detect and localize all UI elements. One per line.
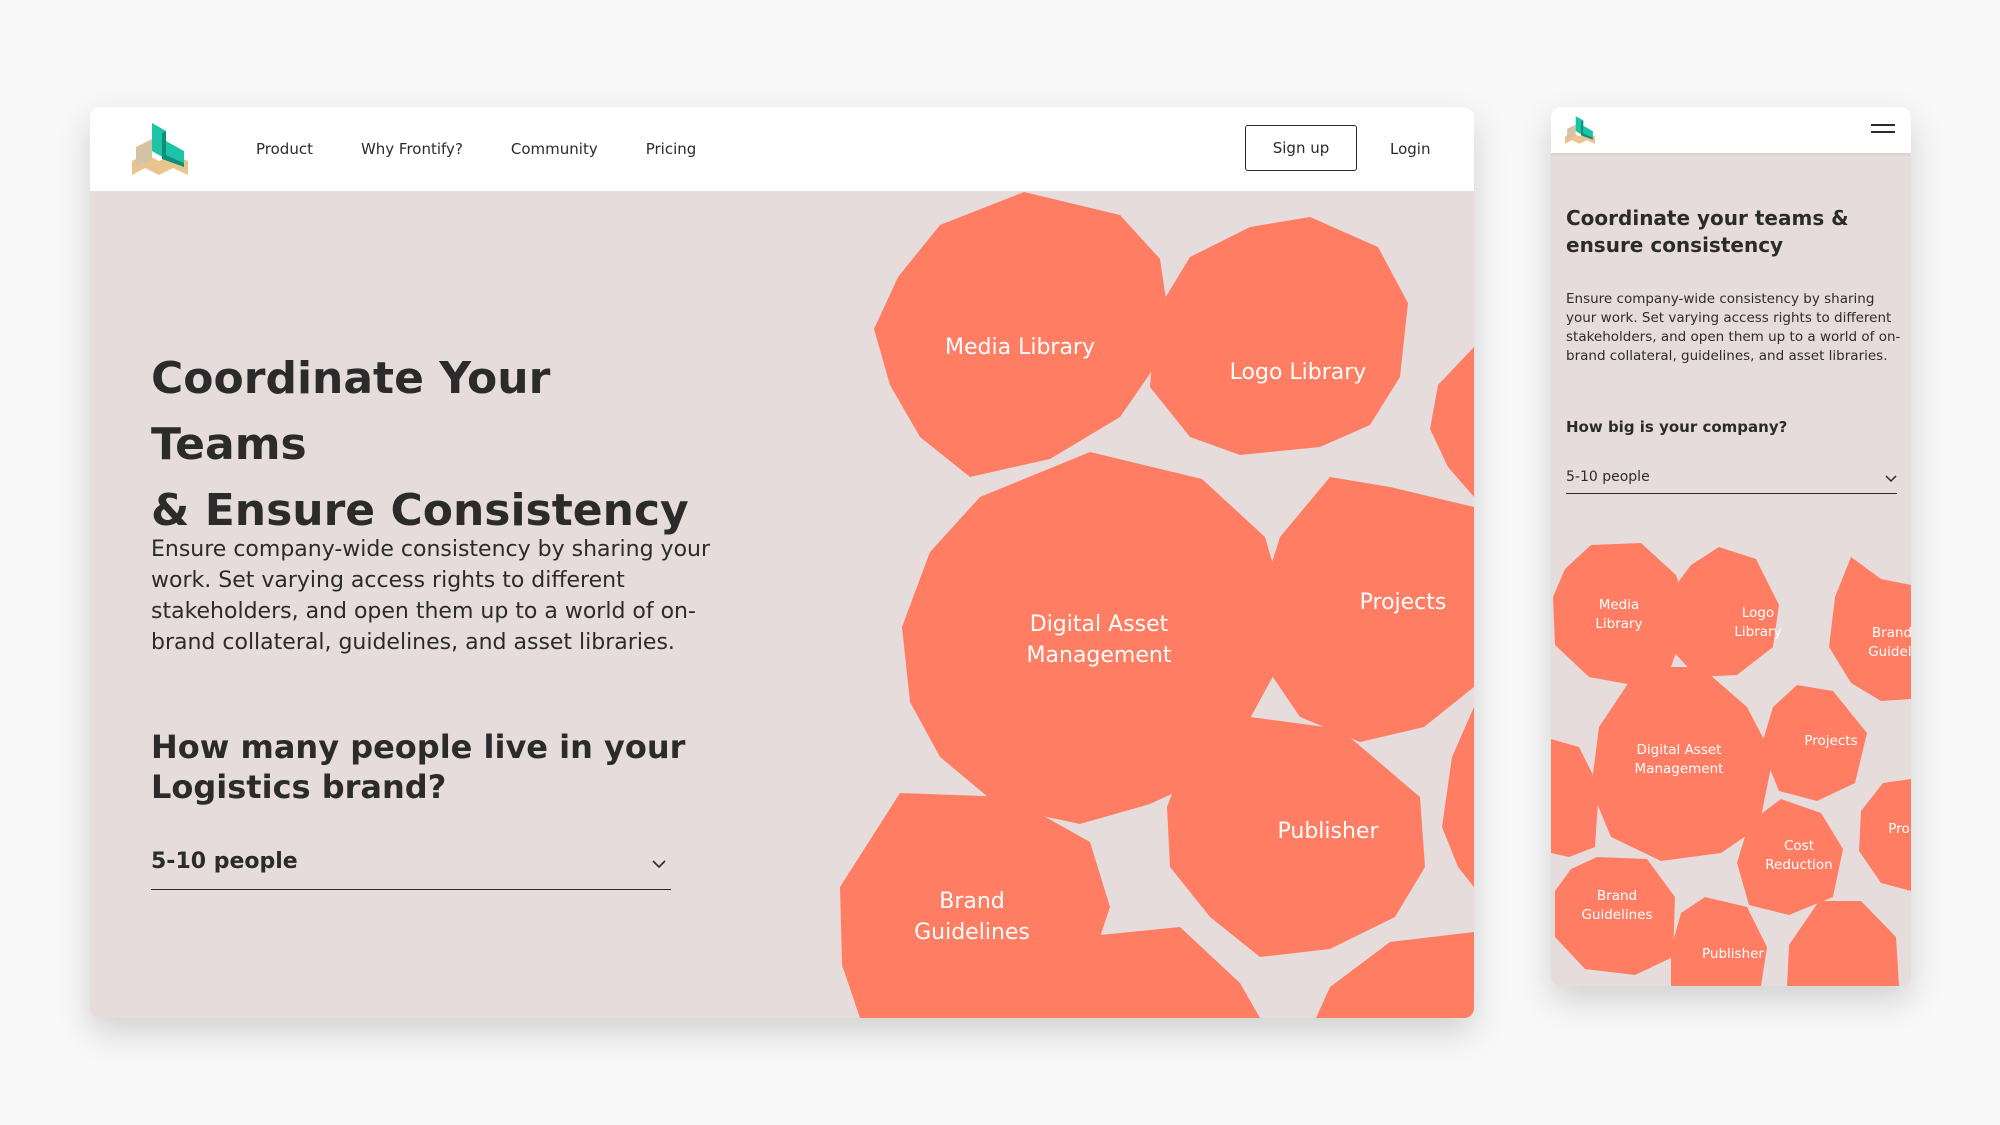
tile-label: Digital Asset: [1637, 742, 1722, 758]
tile-label: Library: [1734, 624, 1781, 640]
top-navigation: Product Why Frontify? Community Pricing …: [90, 107, 1474, 191]
nav-why-frontify[interactable]: Why Frontify?: [361, 140, 463, 158]
hero-title: Coordinate Your Teams & Ensure Consisten…: [151, 346, 711, 544]
company-size-select[interactable]: 5-10 people: [151, 849, 671, 890]
tile-label: Guidelines: [914, 920, 1030, 945]
hamburger-menu-icon[interactable]: [1871, 122, 1895, 136]
select-value: 5-10 people: [1566, 469, 1650, 485]
tile-label: Brand: [1872, 625, 1911, 641]
desktop-mockup: Media Library Logo Library Digital Asset…: [90, 107, 1474, 1018]
mobile-mockup: Media Library Logo Library Brand Guideli…: [1551, 107, 1911, 986]
tile-bottom-middle[interactable]: [1045, 927, 1260, 1018]
select-value: 5-10 people: [151, 849, 298, 874]
tile-label: Guidelines: [1581, 907, 1652, 923]
hero-title-line: Coordinate your teams &: [1566, 206, 1849, 230]
nav-product[interactable]: Product: [256, 140, 313, 158]
tile-label: Projects: [1804, 733, 1857, 749]
tile-label: Cost: [1784, 838, 1814, 854]
tile-label: Reduction: [1765, 857, 1833, 873]
nav-pricing[interactable]: Pricing: [646, 140, 697, 158]
tile-label: Publisher: [1278, 819, 1380, 844]
signup-button[interactable]: Sign up: [1245, 125, 1357, 171]
mobile-hero-description: Ensure company-wide consistency by shari…: [1566, 291, 1901, 364]
tile-label: Media Library: [945, 335, 1095, 360]
frontify-logo-icon[interactable]: [1565, 115, 1595, 145]
tile-label: Projects: [1360, 590, 1447, 615]
tile-label: Logo: [1742, 605, 1774, 621]
tile-label: Management: [1635, 761, 1724, 777]
mobile-navigation: [1551, 107, 1911, 153]
login-link[interactable]: Login: [1390, 107, 1430, 191]
tile-left-edge[interactable]: [1551, 739, 1599, 857]
tile-label: Media: [1599, 597, 1640, 613]
tile-publisher[interactable]: [1671, 897, 1767, 986]
question-line: How many people live in your: [151, 728, 686, 766]
tile-right-edge-top[interactable]: [1430, 347, 1474, 497]
mobile-company-size-question: How big is your company?: [1566, 418, 1788, 436]
main-menu: Product Why Frontify? Community Pricing: [256, 107, 744, 191]
tile-label: Guidelin: [1868, 644, 1911, 660]
nav-community[interactable]: Community: [511, 140, 598, 158]
question-line: Logistics brand?: [151, 768, 447, 806]
tile-label: Library: [1595, 616, 1642, 632]
tile-label: Publisher: [1702, 946, 1764, 962]
mobile-company-size-select[interactable]: 5-10 people: [1566, 465, 1897, 494]
tile-label: Management: [1027, 643, 1172, 668]
chevron-down-icon: [1885, 475, 1897, 483]
tile-bottom-right[interactable]: [1316, 932, 1474, 1018]
hero-title-line: ensure consistency: [1566, 233, 1784, 257]
tile-label: Brand: [939, 889, 1005, 914]
company-size-question: How many people live in your Logistics b…: [151, 727, 711, 807]
chevron-down-icon: [652, 860, 666, 869]
hero-description: Ensure company-wide consistency by shari…: [151, 537, 711, 655]
tile-right-edge-mid[interactable]: [1442, 707, 1474, 887]
tile-label: Brand: [1597, 888, 1637, 904]
hero-title-line: & Ensure Consistency: [151, 485, 689, 536]
frontify-logo-icon[interactable]: [132, 121, 188, 177]
tile-label: Logo Library: [1230, 360, 1367, 385]
hero-title-line: Coordinate Your Teams: [151, 353, 551, 470]
tile-label: Digital Asset: [1030, 612, 1169, 637]
tile-bottom-right[interactable]: [1787, 901, 1899, 986]
tile-logo-library[interactable]: [1150, 217, 1408, 455]
mobile-hero-title: Coordinate your teams & ensure consisten…: [1566, 205, 1896, 259]
tile-label: Pro: [1888, 821, 1909, 837]
